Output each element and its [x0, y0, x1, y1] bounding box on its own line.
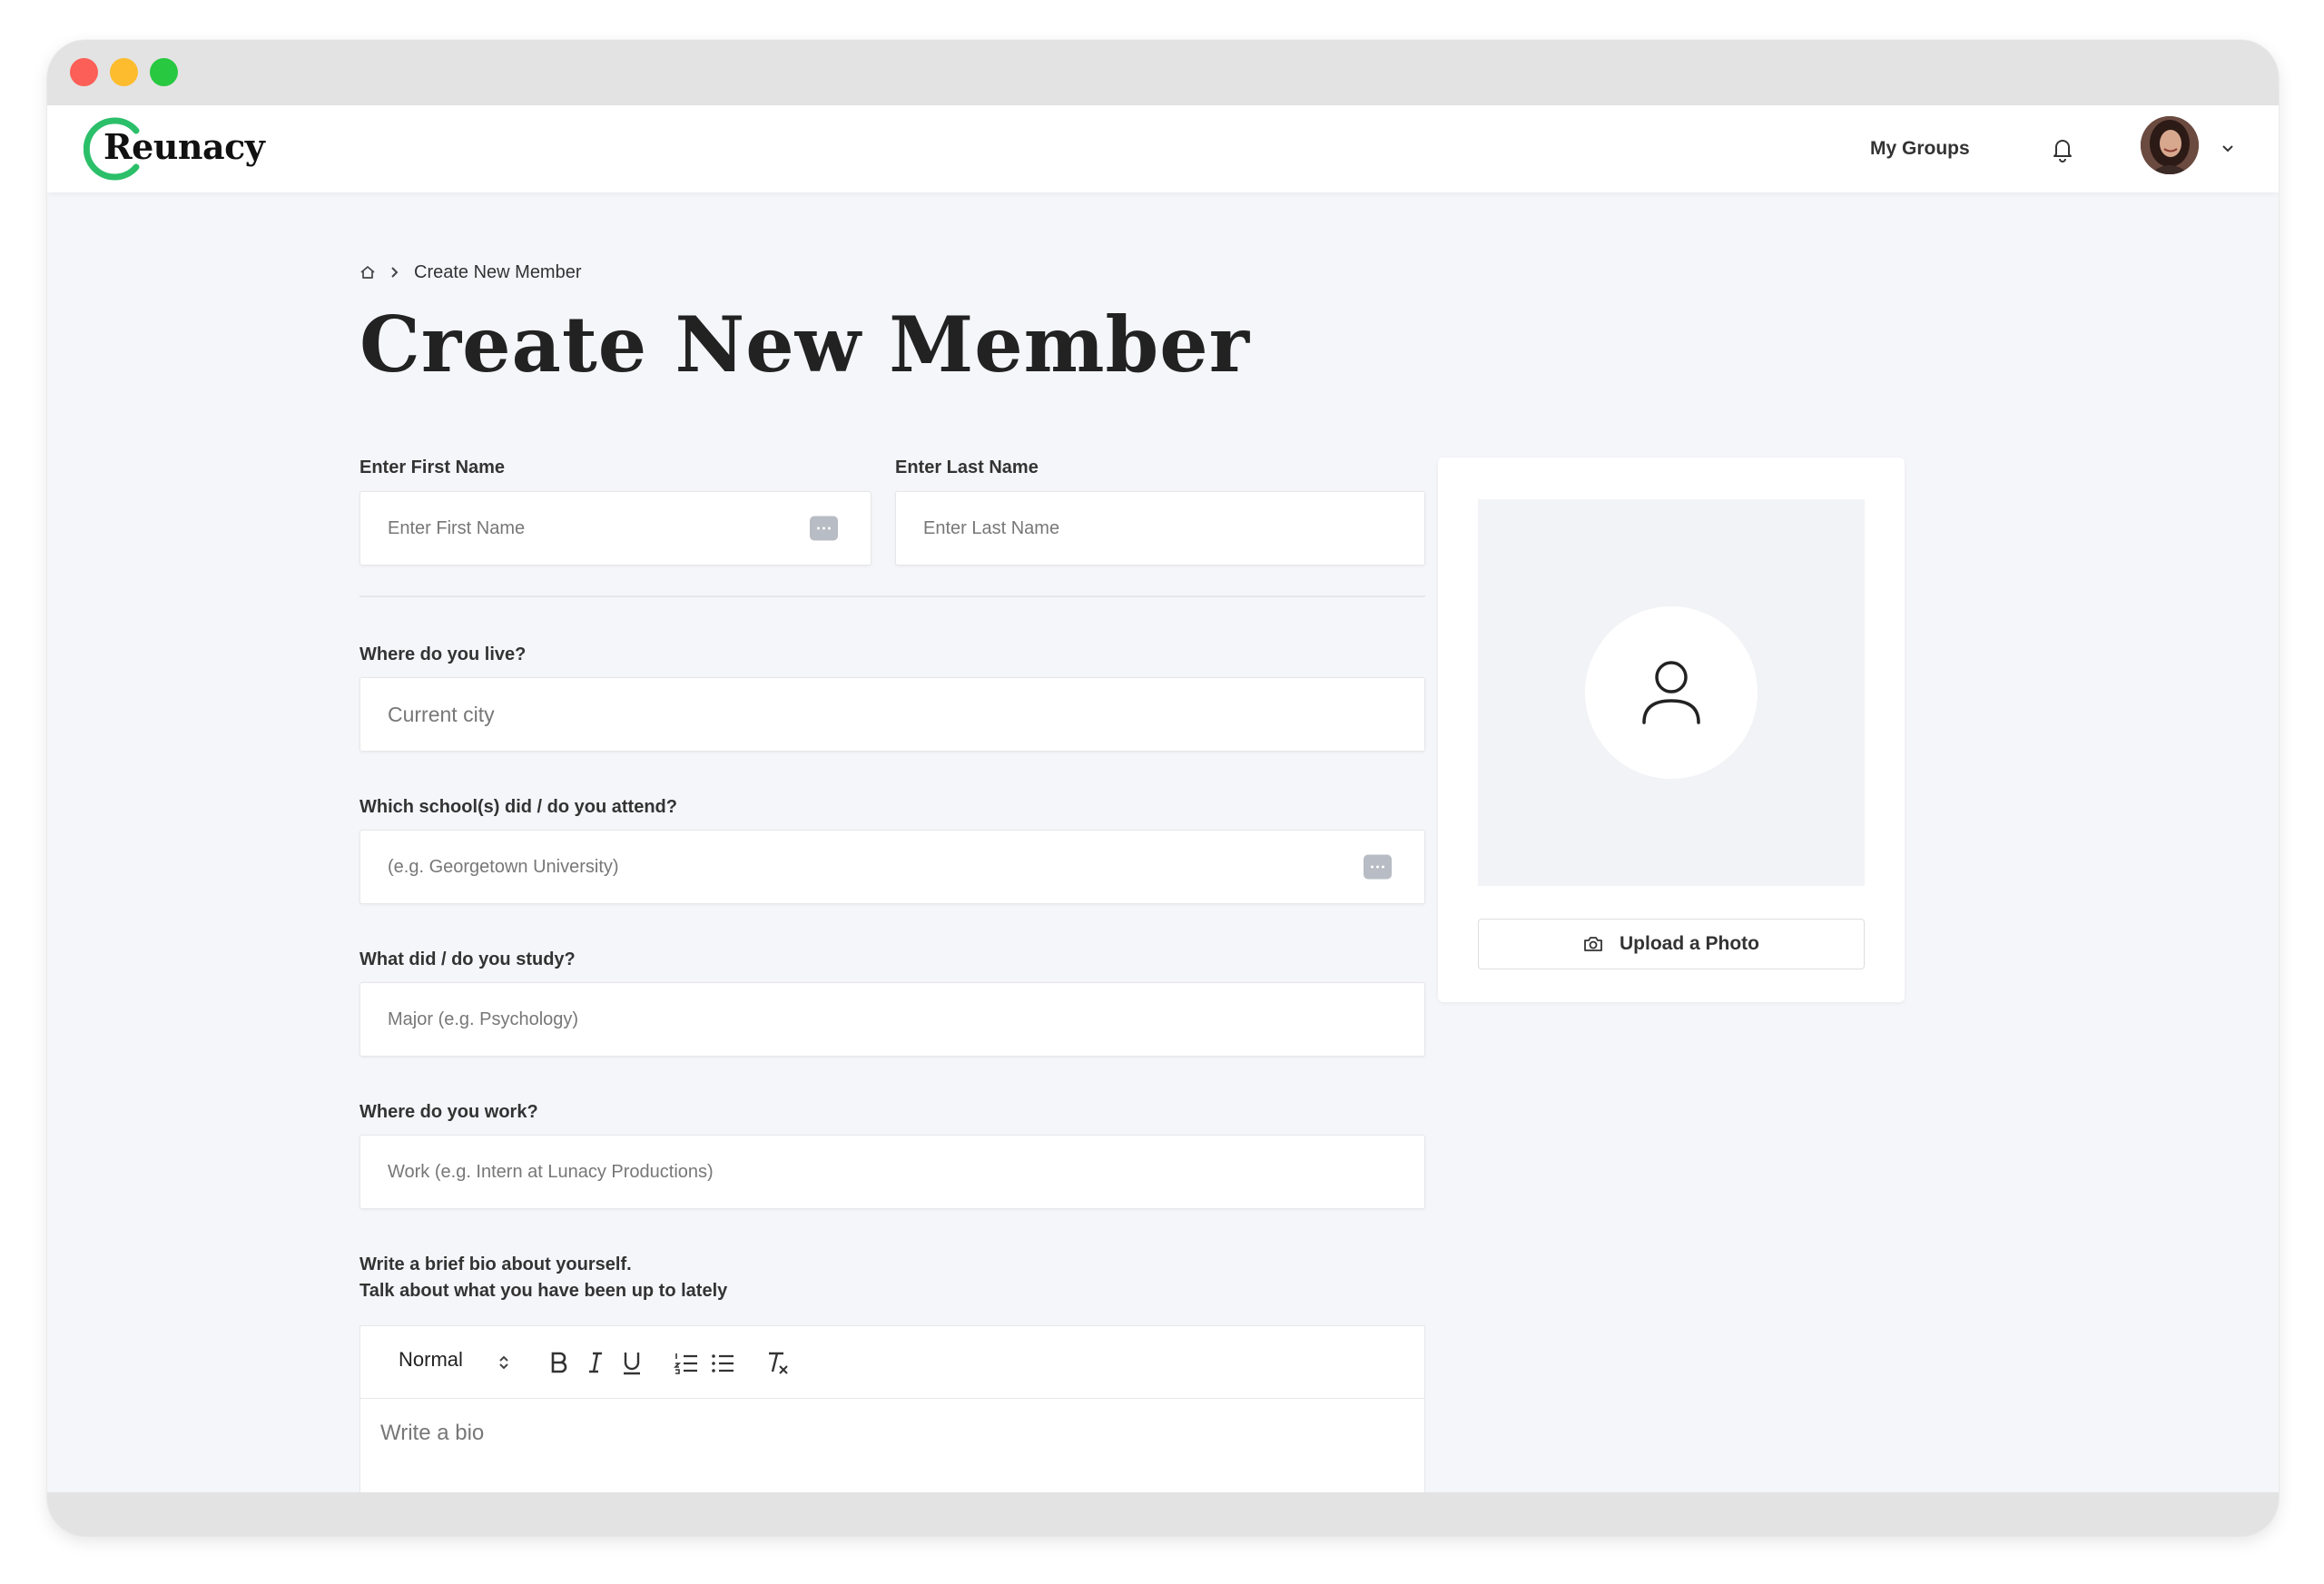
last-name-placeholder: Enter Last Name — [923, 517, 1060, 538]
maximize-window-button[interactable] — [150, 58, 178, 86]
work-label: Where do you work? — [359, 1102, 538, 1122]
top-navbar: Reunacy My Groups — [47, 105, 2279, 192]
first-name-placeholder: Enter First Name — [388, 517, 526, 538]
select-arrows-icon[interactable] — [497, 1352, 511, 1373]
home-icon[interactable] — [359, 264, 376, 280]
chevron-down-icon[interactable] — [2219, 140, 2237, 158]
user-icon — [1642, 661, 1700, 724]
italic-icon[interactable] — [582, 1348, 609, 1377]
more-options-icon[interactable] — [1364, 854, 1392, 880]
city-field[interactable]: Current city — [359, 677, 1425, 752]
chevron-right-icon — [391, 267, 399, 278]
study-placeholder: Major (e.g. Psychology) — [388, 1008, 579, 1029]
avatar[interactable] — [2141, 116, 2199, 174]
reunacy-logo[interactable]: Reunacy — [84, 116, 265, 182]
close-window-button[interactable] — [70, 58, 98, 86]
school-field[interactable]: (e.g. Georgetown University) — [359, 830, 1425, 904]
city-label: Where do you live? — [359, 644, 527, 664]
more-options-icon[interactable] — [810, 516, 838, 541]
last-name-label: Enter Last Name — [895, 457, 1039, 477]
window-bottom-bar — [47, 1492, 2279, 1536]
study-field[interactable]: Major (e.g. Psychology) — [359, 982, 1425, 1057]
last-name-field[interactable]: Enter Last Name — [895, 491, 1425, 566]
breadcrumb: Create New Member — [359, 260, 582, 285]
logo-text: Reunacy — [103, 126, 265, 167]
bell-icon[interactable] — [2048, 134, 2077, 163]
bio-sublabel: Talk about what you have been up to late… — [359, 1281, 728, 1301]
work-placeholder: Work (e.g. Intern at Lunacy Productions) — [388, 1161, 714, 1182]
photo-card: Upload a Photo — [1438, 457, 1905, 1002]
breadcrumb-current: Create New Member — [414, 261, 582, 282]
underline-icon[interactable] — [618, 1348, 645, 1377]
window-titlebar — [47, 40, 2279, 105]
page-title: Create New Member — [359, 300, 1250, 389]
camera-icon — [1584, 937, 1602, 951]
minimize-window-button[interactable] — [110, 58, 138, 86]
first-name-field[interactable]: Enter First Name — [359, 491, 872, 566]
bio-label: Write a brief bio about yourself. — [359, 1254, 632, 1274]
city-placeholder: Current city — [388, 702, 495, 726]
ordered-list-icon[interactable] — [673, 1348, 700, 1377]
my-groups-link[interactable]: My Groups — [1870, 138, 1970, 160]
browser-window: Reunacy My Groups Create New Member Crea… — [47, 40, 2279, 1536]
upload-photo-label: Upload a Photo — [1620, 933, 1759, 954]
study-label: What did / do you study? — [359, 949, 576, 969]
photo-circle — [1585, 606, 1758, 779]
avatar-portrait — [2141, 116, 2199, 174]
work-field[interactable]: Work (e.g. Intern at Lunacy Productions) — [359, 1135, 1425, 1209]
clear-format-icon[interactable] — [763, 1348, 791, 1377]
photo-placeholder — [1478, 499, 1865, 886]
format-select[interactable]: Normal — [399, 1348, 463, 1372]
bio-textarea[interactable]: Write a bio — [380, 1421, 484, 1446]
editor-toolbar: Normal — [360, 1326, 1424, 1399]
bullet-list-icon[interactable] — [709, 1348, 736, 1377]
bold-icon[interactable] — [546, 1348, 573, 1377]
upload-photo-button[interactable]: Upload a Photo — [1478, 919, 1865, 969]
section-divider — [359, 595, 1425, 597]
school-placeholder: (e.g. Georgetown University) — [388, 856, 619, 877]
first-name-label: Enter First Name — [359, 457, 506, 477]
school-label: Which school(s) did / do you attend? — [359, 797, 677, 817]
